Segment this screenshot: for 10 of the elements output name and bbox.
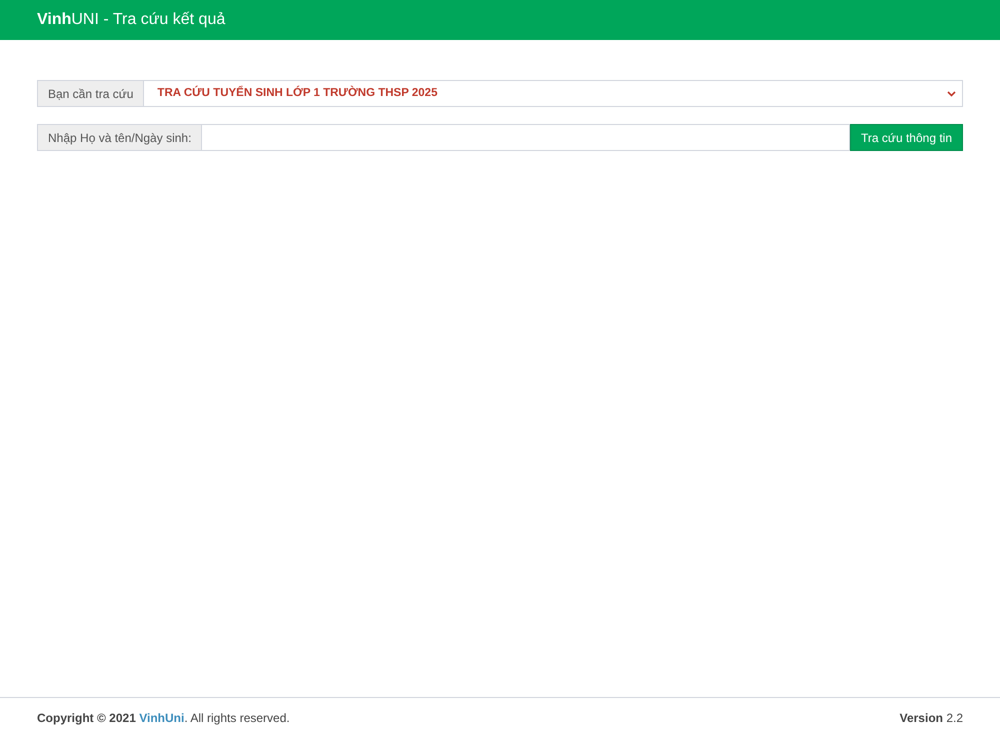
select-label: Bạn cần tra cứu [37,80,144,107]
vinhuni-link[interactable]: VinhUni [139,710,184,724]
search-button[interactable]: Tra cứu thông tin [850,124,963,151]
copyright-text: Copyright © 2021 VinhUni. All rights reserved. [37,710,290,726]
search-label: Nhập Họ và tên/Ngày sinh: [37,124,202,151]
app-title[interactable]: VinhUNI - Tra cứu kết quả [37,8,226,32]
chevron-down-icon [947,90,956,96]
search-field[interactable] [202,124,850,151]
version-text: Version 2.2 [900,710,963,726]
lookup-select[interactable]: TRA CỨU TUYỂN SINH LỚP 1 TRƯỜNG THSP 2025 [144,80,963,107]
